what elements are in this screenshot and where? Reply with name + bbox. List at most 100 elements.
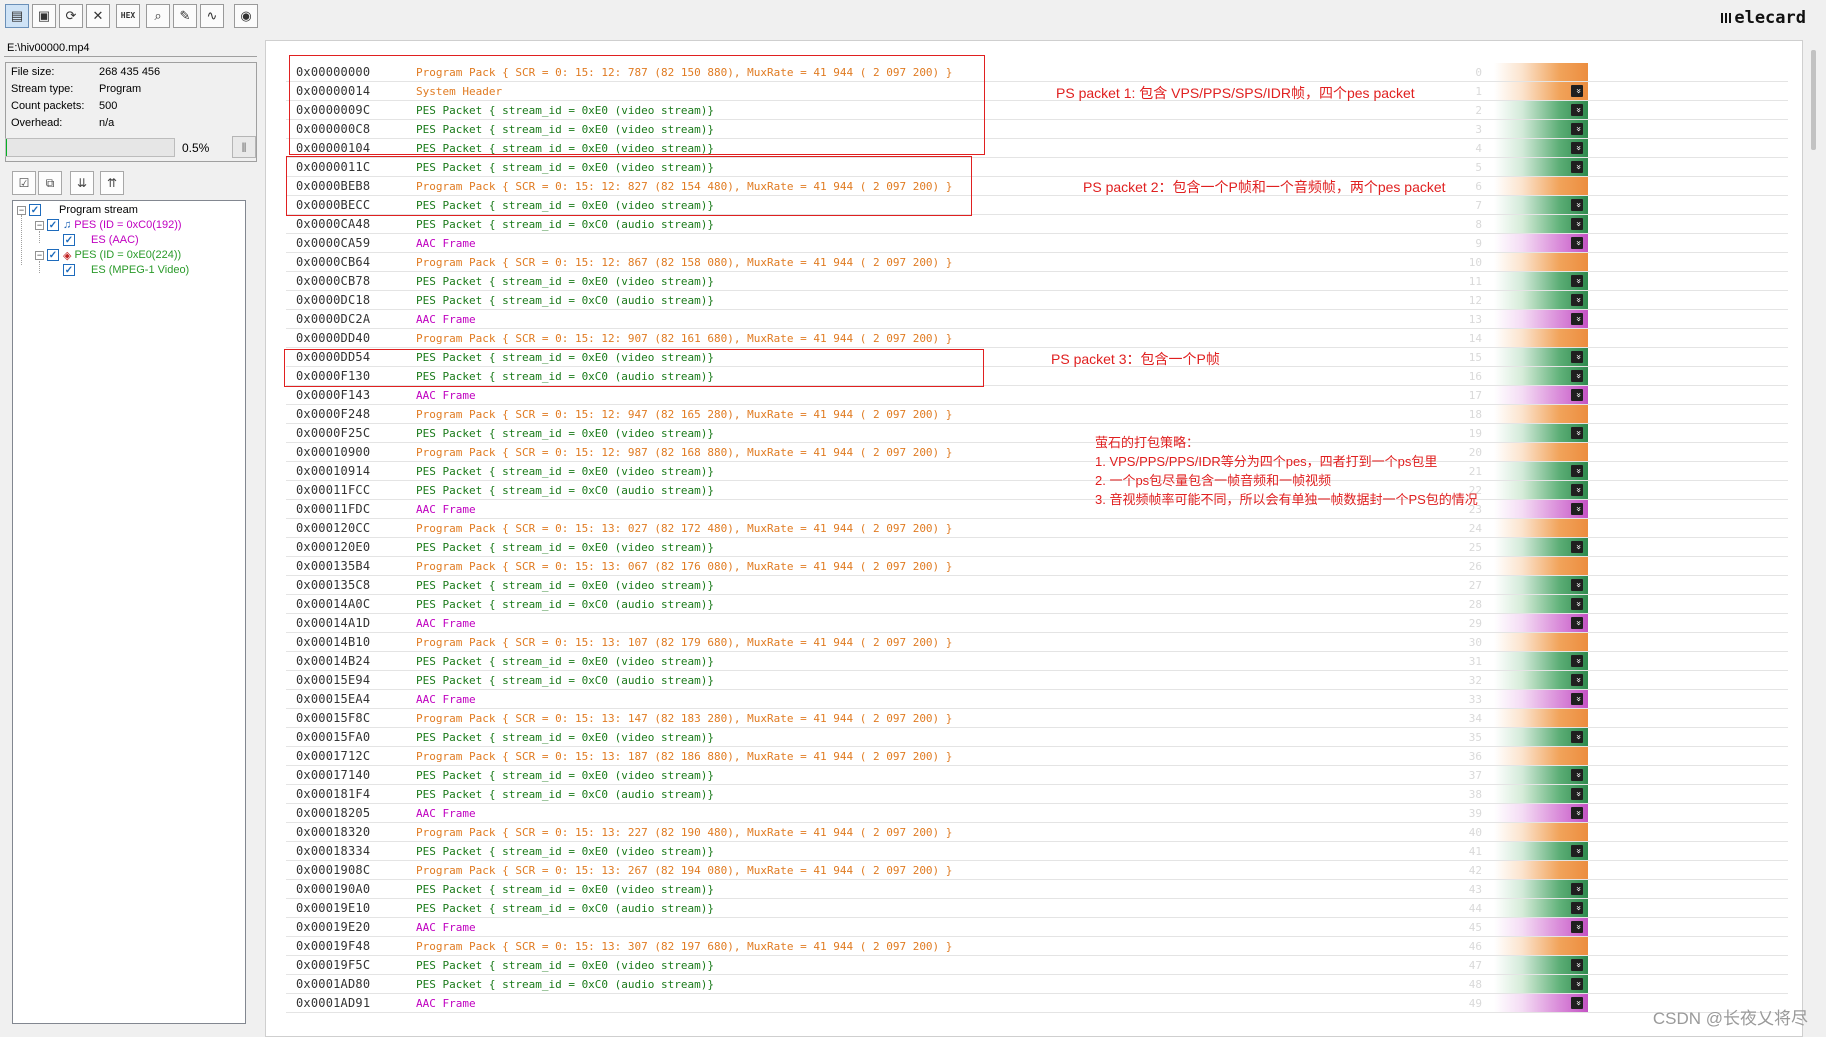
- expand-chevron-icon[interactable]: »: [1571, 883, 1583, 895]
- packet-row[interactable]: 0x000120CC Program Pack { SCR = 0: 15: 13…: [286, 519, 1788, 538]
- expand-chevron-icon[interactable]: »: [1571, 465, 1583, 477]
- packet-row[interactable]: 0x00010900 Program Pack { SCR = 0: 15: 12…: [286, 443, 1788, 462]
- packet-row[interactable]: 0x0000DD40 Program Pack { SCR = 0: 15: 12…: [286, 329, 1788, 348]
- expand-chevron-icon[interactable]: »: [1571, 788, 1583, 800]
- packet-row[interactable]: 0x000190A0 PES Packet { stream_id = 0xE0 …: [286, 880, 1788, 899]
- packet-row[interactable]: 0x00018205 AAC Frame 39 »: [286, 804, 1788, 823]
- scrollbar-thumb[interactable]: [1811, 50, 1816, 150]
- expand-chevron-icon[interactable]: »: [1571, 921, 1583, 933]
- packet-row[interactable]: 0x00018334 PES Packet { stream_id = 0xE0 …: [286, 842, 1788, 861]
- packet-row[interactable]: 0x00014A1D AAC Frame 29 »: [286, 614, 1788, 633]
- collapse-icon[interactable]: −: [35, 220, 44, 230]
- packet-row[interactable]: 0x0000DC18 PES Packet { stream_id = 0xC0 …: [286, 291, 1788, 310]
- collapse-icon[interactable]: −: [35, 250, 44, 260]
- packet-row[interactable]: 0x0000DC2A AAC Frame 13 »: [286, 310, 1788, 329]
- expand-chevron-icon[interactable]: »: [1571, 997, 1583, 1009]
- packet-row[interactable]: 0x000135C8 PES Packet { stream_id = 0xE0 …: [286, 576, 1788, 595]
- packet-row[interactable]: 0x00014A0C PES Packet { stream_id = 0xC0 …: [286, 595, 1788, 614]
- tree-node-audio-pes[interactable]: − ✓ ♫ PES (ID = 0xC0(192)): [35, 217, 182, 233]
- expand-chevron-icon[interactable]: »: [1571, 541, 1583, 553]
- packet-row[interactable]: 0x00011FCC PES Packet { stream_id = 0xC0 …: [286, 481, 1788, 500]
- packet-row[interactable]: 0x00014B24 PES Packet { stream_id = 0xE0 …: [286, 652, 1788, 671]
- chart-button[interactable]: ∿: [200, 4, 224, 28]
- packet-row[interactable]: 0x0000CA48 PES Packet { stream_id = 0xC0 …: [286, 215, 1788, 234]
- packet-row[interactable]: 0x000120E0 PES Packet { stream_id = 0xE0 …: [286, 538, 1788, 557]
- packet-row[interactable]: 0x000181F4 PES Packet { stream_id = 0xC0 …: [286, 785, 1788, 804]
- packet-row[interactable]: 0x00015EA4 AAC Frame 33 »: [286, 690, 1788, 709]
- collapse-icon[interactable]: −: [17, 205, 26, 215]
- packet-row[interactable]: 0x0000F143 AAC Frame 17 »: [286, 386, 1788, 405]
- expand-chevron-icon[interactable]: »: [1571, 427, 1583, 439]
- packet-row[interactable]: 0x00017140 PES Packet { stream_id = 0xE0 …: [286, 766, 1788, 785]
- edit-button[interactable]: ✎: [173, 4, 197, 28]
- tree-node-video-pes[interactable]: − ✓ ◈ PES (ID = 0xE0(224)): [35, 247, 181, 263]
- expand-chevron-icon[interactable]: »: [1571, 902, 1583, 914]
- checkbox-checked-icon[interactable]: ✓: [29, 204, 41, 216]
- expand-chevron-icon[interactable]: »: [1571, 655, 1583, 667]
- packet-row[interactable]: 0x00015E94 PES Packet { stream_id = 0xC0 …: [286, 671, 1788, 690]
- packet-row[interactable]: 0x00010914 PES Packet { stream_id = 0xE0 …: [286, 462, 1788, 481]
- tree-node-program-stream[interactable]: − ✓ Program stream: [17, 202, 138, 218]
- expand-chevron-icon[interactable]: »: [1571, 579, 1583, 591]
- packet-row[interactable]: 0x0000F248 Program Pack { SCR = 0: 15: 12…: [286, 405, 1788, 424]
- packet-row[interactable]: 0x0001AD91 AAC Frame 49 »: [286, 994, 1788, 1013]
- packet-row[interactable]: 0x00019E10 PES Packet { stream_id = 0xC0 …: [286, 899, 1788, 918]
- expand-chevron-icon[interactable]: »: [1571, 104, 1583, 116]
- expand-chevron-icon[interactable]: »: [1571, 199, 1583, 211]
- expand-chevron-icon[interactable]: »: [1571, 389, 1583, 401]
- expand-chevron-icon[interactable]: »: [1571, 275, 1583, 287]
- packet-row[interactable]: 0x0001AD80 PES Packet { stream_id = 0xC0 …: [286, 975, 1788, 994]
- expand-chevron-icon[interactable]: »: [1571, 142, 1583, 154]
- expand-chevron-icon[interactable]: »: [1571, 161, 1583, 173]
- packet-row[interactable]: 0x000135B4 Program Pack { SCR = 0: 15: 13…: [286, 557, 1788, 576]
- packet-row[interactable]: 0x0001712C Program Pack { SCR = 0: 15: 13…: [286, 747, 1788, 766]
- packet-row[interactable]: 0x00019F48 Program Pack { SCR = 0: 15: 13…: [286, 937, 1788, 956]
- expand-chevron-icon[interactable]: »: [1571, 693, 1583, 705]
- open-button[interactable]: ▤: [5, 4, 29, 28]
- checkbox-checked-icon[interactable]: ✓: [47, 249, 59, 261]
- expand-chevron-icon[interactable]: »: [1571, 845, 1583, 857]
- packet-row[interactable]: 0x0001908C Program Pack { SCR = 0: 15: 13…: [286, 861, 1788, 880]
- tree-node-video-es[interactable]: ✓ ES (MPEG-1 Video): [63, 262, 189, 278]
- checkbox-checked-icon[interactable]: ✓: [63, 234, 75, 246]
- packet-row[interactable]: 0x00019E20 AAC Frame 45 »: [286, 918, 1788, 937]
- close-button[interactable]: ✕: [86, 4, 110, 28]
- uncheck-all-button[interactable]: ⧉: [38, 171, 62, 195]
- packet-row[interactable]: 0x00018320 Program Pack { SCR = 0: 15: 13…: [286, 823, 1788, 842]
- expand-chevron-icon[interactable]: »: [1571, 598, 1583, 610]
- packet-row[interactable]: 0x00015F8C Program Pack { SCR = 0: 15: 13…: [286, 709, 1788, 728]
- expand-chevron-icon[interactable]: »: [1571, 351, 1583, 363]
- vertical-scrollbar[interactable]: [1806, 40, 1823, 1037]
- expand-chevron-icon[interactable]: »: [1571, 218, 1583, 230]
- search-button[interactable]: ⌕: [146, 4, 170, 28]
- expand-chevron-icon[interactable]: »: [1571, 484, 1583, 496]
- packet-row[interactable]: 0x0000F25C PES Packet { stream_id = 0xE0 …: [286, 424, 1788, 443]
- checkbox-checked-icon[interactable]: ✓: [63, 264, 75, 276]
- expand-chevron-icon[interactable]: »: [1571, 503, 1583, 515]
- refresh-button[interactable]: ⟳: [59, 4, 83, 28]
- expand-chevron-icon[interactable]: »: [1571, 313, 1583, 325]
- expand-chevron-icon[interactable]: »: [1571, 769, 1583, 781]
- expand-chevron-icon[interactable]: »: [1571, 237, 1583, 249]
- pause-button[interactable]: ‖: [232, 136, 256, 158]
- tree-node-audio-es[interactable]: ✓ ES (AAC): [63, 232, 139, 248]
- expand-chevron-icon[interactable]: »: [1571, 674, 1583, 686]
- packet-row[interactable]: 0x0000CA59 AAC Frame 9 »: [286, 234, 1788, 253]
- packet-row[interactable]: 0x00014B10 Program Pack { SCR = 0: 15: 13…: [286, 633, 1788, 652]
- hex-button[interactable]: HEX: [116, 4, 140, 28]
- checkbox-checked-icon[interactable]: ✓: [47, 219, 59, 231]
- expand-chevron-icon[interactable]: »: [1571, 85, 1583, 97]
- expand-chevron-icon[interactable]: »: [1571, 807, 1583, 819]
- check-all-button[interactable]: ☑: [12, 171, 36, 195]
- disk-button[interactable]: ◉: [234, 4, 258, 28]
- packet-row[interactable]: 0x0000CB64 Program Pack { SCR = 0: 15: 12…: [286, 253, 1788, 272]
- packet-row[interactable]: 0x00015FA0 PES Packet { stream_id = 0xE0 …: [286, 728, 1788, 747]
- expand-chevron-icon[interactable]: »: [1571, 617, 1583, 629]
- save-button[interactable]: ▣: [32, 4, 56, 28]
- expand-chevron-icon[interactable]: »: [1571, 123, 1583, 135]
- packet-row[interactable]: 0x00019F5C PES Packet { stream_id = 0xE0 …: [286, 956, 1788, 975]
- expand-all-button[interactable]: ⇊: [70, 171, 94, 195]
- expand-chevron-icon[interactable]: »: [1571, 959, 1583, 971]
- collapse-all-button[interactable]: ⇈: [100, 171, 124, 195]
- packet-row[interactable]: 0x0000CB78 PES Packet { stream_id = 0xE0 …: [286, 272, 1788, 291]
